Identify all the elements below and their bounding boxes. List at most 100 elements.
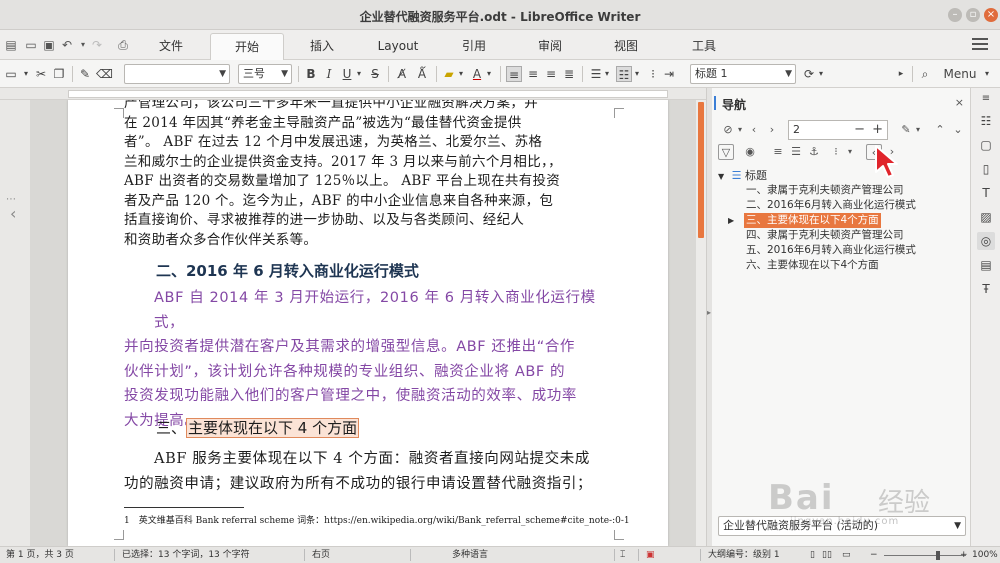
align-left-icon[interactable]: ≡ <box>506 66 522 82</box>
tree-root-headings[interactable]: ▼ ☰ 标题 <box>718 168 767 183</box>
content-navigation-icon[interactable]: ≡ <box>770 144 786 160</box>
status-page-style[interactable]: 右页 <box>312 547 330 563</box>
copy-icon[interactable]: ❐ <box>52 66 66 82</box>
status-page[interactable]: 第 1 页，共 3 页 <box>6 547 74 563</box>
demote-chapter-icon[interactable]: ⌄ <box>950 122 966 138</box>
redo-icon[interactable]: ↷ <box>90 38 104 52</box>
multi-page-view-icon[interactable]: ▯▯ <box>822 547 832 563</box>
document-modified-icon[interactable]: ▣ <box>646 547 655 563</box>
open-folder-icon[interactable]: ▭ <box>24 38 38 52</box>
paste-dropdown-icon[interactable]: ▾ <box>20 66 32 82</box>
tab-tools[interactable]: 工具 <box>672 33 736 60</box>
font-size-combo[interactable]: 三号 ▼ <box>238 64 292 84</box>
font-color-icon[interactable]: A <box>470 66 484 82</box>
tab-references[interactable]: 引用 <box>442 33 506 60</box>
gallery-icon[interactable]: ▨ <box>977 208 995 226</box>
page-spinbox[interactable]: 2 − + <box>788 120 888 140</box>
horizontal-ruler[interactable] <box>0 88 706 100</box>
list-icon[interactable]: ☷ <box>616 66 632 82</box>
document-page[interactable]: 产管理公司，该公司三十多年来一直提供中小企业融资解决方案，并 在 2014 年因… <box>68 100 668 546</box>
anchor-icon[interactable]: ⚓ <box>806 144 822 160</box>
line-spacing-dropdown-icon[interactable]: ▾ <box>602 66 612 82</box>
expanded-arrow-icon[interactable]: ▼ <box>718 172 724 181</box>
update-style-icon[interactable]: ⟳ <box>802 66 816 82</box>
paragraph-style-combo[interactable]: 标题 1 ▼ <box>690 64 796 84</box>
italic-button[interactable]: I <box>322 66 336 82</box>
style-dropdown-icon[interactable]: ▾ <box>816 66 826 82</box>
close-panel-icon[interactable]: × <box>955 96 964 109</box>
tree-item[interactable]: 二、2016年6月转入商业化运行模式 <box>744 198 918 213</box>
menu-button[interactable]: Menu <box>940 66 980 82</box>
maximize-icon[interactable]: ▫ <box>966 8 980 22</box>
highlight-color-icon[interactable]: ▰ <box>442 66 456 82</box>
numbering-icon[interactable]: ⁝ <box>646 66 660 82</box>
manage-changes-icon[interactable]: ▤ <box>977 256 995 274</box>
tab-review[interactable]: 审阅 <box>518 33 582 60</box>
navigator-icon[interactable]: ◎ <box>977 232 995 250</box>
font-effects-icon[interactable]: A̸ <box>394 66 410 82</box>
tab-home[interactable]: 开始 <box>210 33 284 60</box>
filter-icon[interactable]: ▽ <box>718 144 734 160</box>
properties-icon[interactable]: ☷ <box>977 112 995 130</box>
heading-section-2[interactable]: 二、2016 年 6 月转入商业化运行模式 <box>156 260 419 281</box>
font-name-combo[interactable]: ▼ <box>124 64 230 84</box>
collapsed-arrow-icon[interactable]: ▶ <box>728 213 734 228</box>
scrollbar-thumb[interactable] <box>698 102 704 238</box>
zoom-in-icon[interactable]: + <box>960 547 968 563</box>
close-icon[interactable]: × <box>984 8 998 22</box>
tree-item[interactable]: 一、隶属于克利夫顿资产管理公司 <box>744 183 906 198</box>
page-icon[interactable]: ▢ <box>977 136 995 154</box>
collapse-handle-icon[interactable]: ▸ <box>707 308 711 317</box>
hamburger-menu-icon[interactable] <box>972 38 988 52</box>
highlighted-heading-text[interactable]: 主要体现在以下 4 个方面 <box>186 418 360 438</box>
clear-format-icon[interactable]: ⌫ <box>96 66 113 82</box>
undo-icon[interactable]: ↶ <box>60 38 74 52</box>
vertical-scrollbar[interactable] <box>696 100 706 546</box>
sidebar-menu-icon[interactable]: ≡ <box>977 90 995 108</box>
drag-mode-dropdown-icon[interactable]: ▾ <box>910 122 926 138</box>
menu-dropdown-icon[interactable]: ▾ <box>982 66 992 82</box>
print-icon[interactable]: ⎙ <box>116 38 130 52</box>
page-deck-icon[interactable]: ▯ <box>977 160 995 178</box>
underline-dropdown-icon[interactable]: ▾ <box>354 66 364 82</box>
book-view-icon[interactable]: ▭ <box>842 547 851 563</box>
list-box-icon[interactable]: ☰ <box>788 144 804 160</box>
status-selection[interactable]: 已选择：13 个字词，13 个字符 <box>122 547 250 563</box>
paintbrush-icon[interactable]: ✎ <box>78 66 92 82</box>
show-icon[interactable]: ◉ <box>742 144 758 160</box>
status-language[interactable]: 多种语言 <box>452 547 488 563</box>
zoom-out-icon[interactable]: − <box>870 547 878 563</box>
minimize-icon[interactable]: – <box>948 8 962 22</box>
justify-icon[interactable]: ≣ <box>562 66 576 82</box>
bold-button[interactable]: B <box>304 66 318 82</box>
undo-dropdown-icon[interactable]: ▾ <box>76 38 90 52</box>
insert-mode-icon[interactable]: ⌶ <box>620 547 625 563</box>
tree-item-selected[interactable]: 三、主要体现在以下4个方面 <box>744 213 881 228</box>
tab-view[interactable]: 视图 <box>594 33 658 60</box>
toolbar-overflow-icon[interactable]: ▸ <box>896 66 906 82</box>
cut-icon[interactable]: ✂ <box>34 66 48 82</box>
underline-button[interactable]: U <box>340 66 354 82</box>
design-icon[interactable]: Ŧ <box>977 280 995 298</box>
tab-file[interactable]: 文件 <box>140 33 202 60</box>
previous-icon[interactable]: ‹ <box>746 122 762 138</box>
clone-format-icon[interactable]: ▭ <box>4 66 18 82</box>
increment-icon[interactable]: + <box>872 121 883 139</box>
tree-item[interactable]: 五、2016年6月转入商业化运行模式 <box>744 243 918 258</box>
new-document-icon[interactable]: ▤ <box>4 38 18 52</box>
zoom-slider-knob[interactable] <box>936 551 940 560</box>
promote-chapter-icon[interactable]: ⌃ <box>932 122 948 138</box>
status-outline[interactable]: 大纲编号：级别 1 <box>708 547 780 563</box>
styles-icon[interactable]: T <box>977 184 995 202</box>
tab-layout[interactable]: Layout <box>364 33 432 60</box>
list-dropdown-icon[interactable]: ▾ <box>632 66 642 82</box>
indent-icon[interactable]: ⇥ <box>662 66 676 82</box>
zoom-level[interactable]: 100% <box>972 547 998 563</box>
search-icon[interactable]: ⌕ <box>918 66 932 82</box>
next-icon[interactable]: › <box>764 122 780 138</box>
heading-levels-dropdown-icon[interactable]: ▾ <box>842 144 858 160</box>
chevron-left-icon[interactable]: ‹ <box>10 204 16 223</box>
align-right-icon[interactable]: ≡ <box>544 66 558 82</box>
highlight-dropdown-icon[interactable]: ▾ <box>456 66 466 82</box>
font-color-dropdown-icon[interactable]: ▾ <box>484 66 494 82</box>
